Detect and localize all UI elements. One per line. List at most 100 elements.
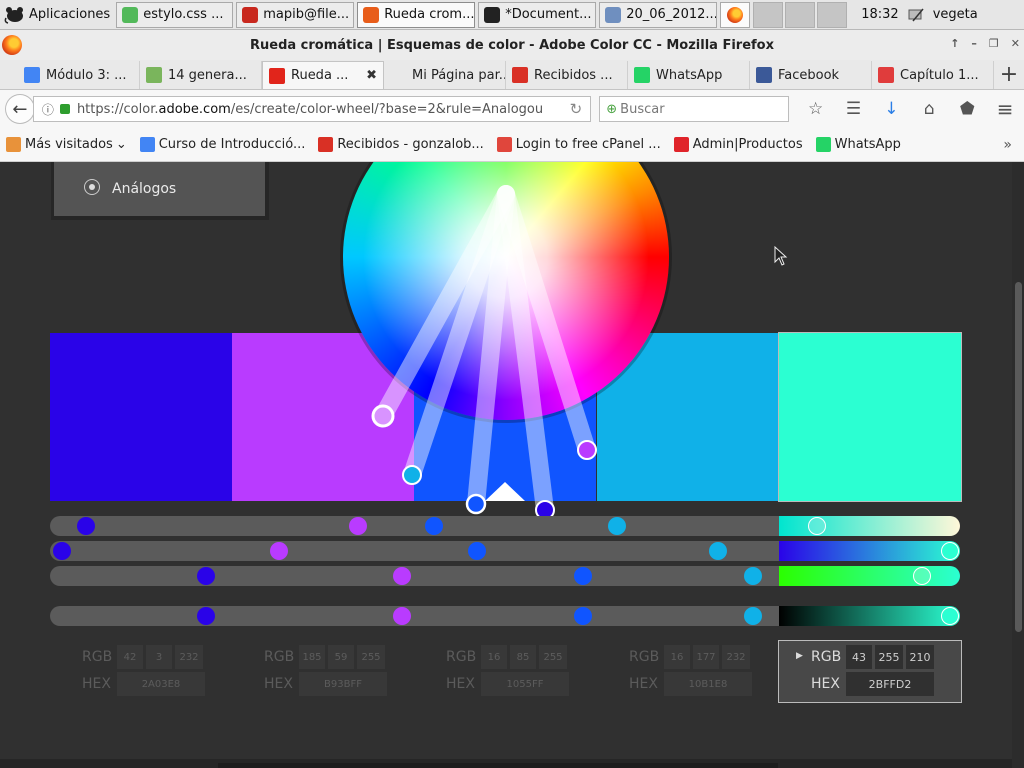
rgb-r-field[interactable]: 42 xyxy=(117,645,143,669)
browser-tab[interactable]: Mi Página par... xyxy=(384,61,506,89)
applications-menu[interactable]: Aplicaciones xyxy=(0,0,116,30)
slider-knob[interactable] xyxy=(393,567,411,585)
slider-track[interactable] xyxy=(50,566,779,586)
color-swatch-selected[interactable] xyxy=(778,332,962,502)
firefox-launcher[interactable] xyxy=(720,1,751,28)
rgb-g-field[interactable]: 59 xyxy=(328,645,354,669)
rgb-g-field[interactable]: 85 xyxy=(510,645,536,669)
hex-field[interactable]: B93BFF xyxy=(299,672,387,696)
taskbar-window-button[interactable]: Rueda crom... xyxy=(357,1,476,28)
rgb-r-field[interactable]: 16 xyxy=(664,645,690,669)
color-swatch[interactable] xyxy=(50,333,232,501)
slider-knob[interactable] xyxy=(393,607,411,625)
slider-knob[interactable] xyxy=(574,607,592,625)
scrollbar[interactable] xyxy=(1012,162,1024,768)
hex-field[interactable]: 10B1E8 xyxy=(664,672,752,696)
menu-icon[interactable]: ≡ xyxy=(986,97,1024,121)
taskbar-window-button[interactable]: estylo.css ... xyxy=(116,1,234,28)
slider-knob[interactable] xyxy=(709,542,727,560)
slider-track[interactable] xyxy=(50,516,779,536)
scrollbar-thumb[interactable] xyxy=(1015,282,1022,632)
workspace-3[interactable] xyxy=(817,1,848,28)
bookmark-item[interactable]: Login to free cPanel ... xyxy=(496,137,661,152)
workspace-2[interactable] xyxy=(785,1,816,28)
slider-gradient[interactable] xyxy=(779,541,960,561)
taskbar-window-button[interactable]: *Document... xyxy=(478,1,597,28)
taskbar-window-button[interactable]: mapib@file... xyxy=(236,1,355,28)
slider-knob[interactable] xyxy=(744,567,762,585)
user-name[interactable]: vegeta xyxy=(933,7,978,22)
home-icon[interactable]: ⌂ xyxy=(910,99,948,119)
download-icon[interactable]: ↓ xyxy=(872,99,910,119)
url-bar[interactable]: ⓘ https://color.adobe.com/es/create/colo… xyxy=(32,96,592,122)
slider-knob[interactable] xyxy=(77,517,95,535)
network-icon[interactable] xyxy=(907,7,925,23)
reading-list-icon[interactable]: ☰ xyxy=(835,99,873,119)
hex-field[interactable]: 2A03E8 xyxy=(117,672,205,696)
slider-knob[interactable] xyxy=(425,517,443,535)
hex-field[interactable]: 2BFFD2 xyxy=(846,672,934,696)
browser-tab[interactable]: Rueda ... ✖ xyxy=(262,61,384,89)
bookmark-item[interactable]: Recibidos - gonzalob... xyxy=(318,137,484,152)
slider-knob[interactable] xyxy=(574,567,592,585)
slider-track[interactable] xyxy=(50,541,779,561)
maximize-icon[interactable]: ❐ xyxy=(989,37,999,50)
rgb-g-field[interactable]: 177 xyxy=(693,645,719,669)
new-tab-button[interactable]: + xyxy=(994,61,1024,89)
wheel-handle[interactable] xyxy=(577,440,597,460)
browser-tab[interactable]: Facebook xyxy=(750,61,872,89)
hex-field[interactable]: 1055FF xyxy=(481,672,569,696)
rgb-r-field[interactable]: 185 xyxy=(299,645,325,669)
rgb-g-field[interactable]: 255 xyxy=(875,645,903,669)
browser-tab[interactable]: Recibidos ... xyxy=(506,61,628,89)
rgb-b-field[interactable]: 210 xyxy=(906,645,934,669)
close-tab-icon[interactable]: ✖ xyxy=(366,68,377,83)
minimize-icon[interactable]: – xyxy=(971,37,977,50)
bookmark-item[interactable]: Más visitados ⌄ xyxy=(6,137,127,152)
workspace-1[interactable] xyxy=(753,1,784,28)
bookmark-item[interactable]: Admin|Productos xyxy=(673,137,803,152)
slider-gradient[interactable] xyxy=(779,516,960,536)
expand-arrow-icon[interactable]: ▶ xyxy=(796,651,803,661)
slider-knob-selected[interactable] xyxy=(808,517,826,535)
rgb-b-field[interactable]: 255 xyxy=(357,645,385,669)
browser-tab[interactable]: WhatsApp xyxy=(628,61,750,89)
wheel-handle-base[interactable] xyxy=(465,493,487,515)
slider-knob[interactable] xyxy=(608,517,626,535)
bookmark-item[interactable]: WhatsApp xyxy=(815,137,901,152)
browser-tab[interactable]: Módulo 3: ... xyxy=(18,61,140,89)
slider-knob[interactable] xyxy=(197,567,215,585)
browser-tab[interactable]: Capítulo 1... xyxy=(872,61,994,89)
slider-track[interactable] xyxy=(50,606,779,626)
close-icon[interactable]: ✕ xyxy=(1011,37,1020,50)
rgb-b-field[interactable]: 255 xyxy=(539,645,567,669)
info-icon[interactable]: ⓘ xyxy=(42,101,54,118)
back-button[interactable]: ← xyxy=(5,94,35,124)
rgb-r-field[interactable]: 16 xyxy=(481,645,507,669)
reload-icon[interactable]: ↻ xyxy=(570,100,583,118)
window-up-icon[interactable]: ↑ xyxy=(950,37,959,50)
slider-knob-selected[interactable] xyxy=(913,567,931,585)
browser-tab[interactable]: 14 genera... xyxy=(140,61,262,89)
slider-knob[interactable] xyxy=(270,542,288,560)
slider-knob[interactable] xyxy=(197,607,215,625)
slider-knob[interactable] xyxy=(349,517,367,535)
chevron-more-icon[interactable]: » xyxy=(1003,137,1012,153)
slider-knob[interactable] xyxy=(744,607,762,625)
slider-knob-selected[interactable] xyxy=(941,607,959,625)
star-icon[interactable]: ☆ xyxy=(797,99,835,119)
taskbar-window-button[interactable]: 20_06_2012... xyxy=(599,1,718,28)
slider-gradient[interactable] xyxy=(779,566,960,586)
bookmark-item[interactable]: Curso de Introducció... xyxy=(139,137,305,152)
wheel-handle[interactable] xyxy=(402,465,422,485)
rgb-g-field[interactable]: 3 xyxy=(146,645,172,669)
rule-option-analogous[interactable]: Análogos xyxy=(54,162,265,216)
search-bar[interactable]: ⊕ Buscar xyxy=(599,96,789,122)
slider-gradient[interactable] xyxy=(779,606,960,626)
slider-knob-selected[interactable] xyxy=(941,542,959,560)
slider-knob[interactable] xyxy=(468,542,486,560)
rgb-b-field[interactable]: 232 xyxy=(722,645,750,669)
pocket-icon[interactable]: ⬟ xyxy=(948,99,986,119)
rgb-r-field[interactable]: 43 xyxy=(846,645,872,669)
rgb-b-field[interactable]: 232 xyxy=(175,645,203,669)
